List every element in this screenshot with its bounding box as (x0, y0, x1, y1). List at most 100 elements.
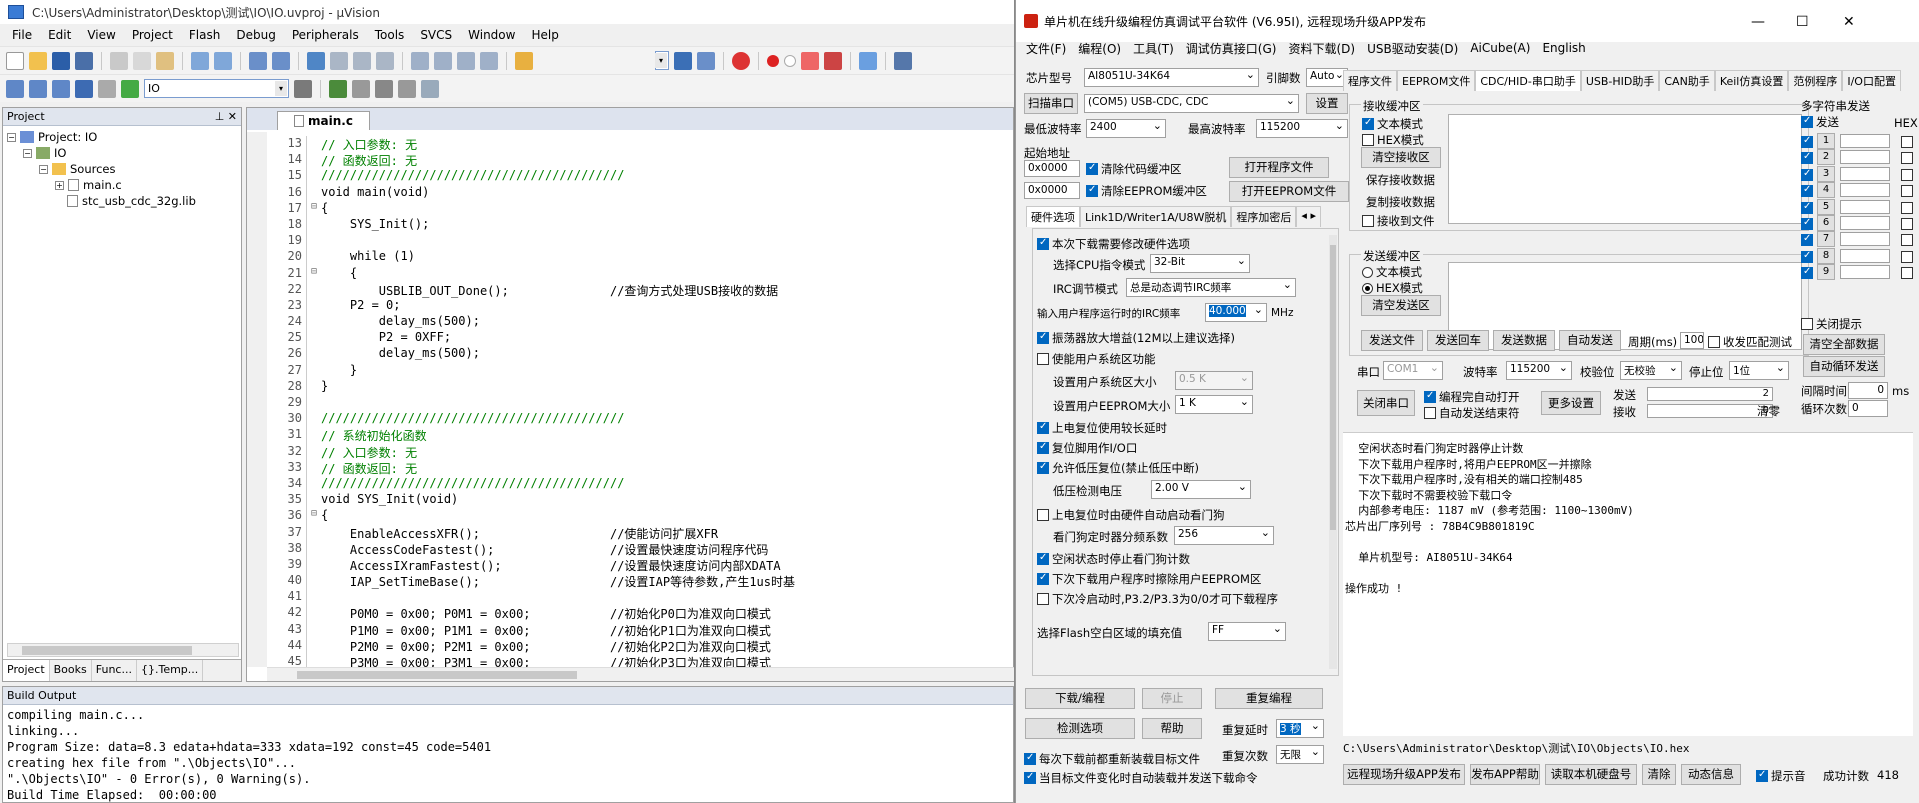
menu-svcs[interactable]: SVCS (412, 26, 460, 44)
code-line[interactable]: 25 P2 = 0XFF; (267, 330, 795, 347)
fold-marker[interactable] (311, 282, 321, 298)
multi-row-send-button[interactable]: 9 (1817, 264, 1835, 281)
tab-encrypt[interactable]: 程序加密后 (1231, 206, 1297, 227)
user-eeprom-select[interactable]: 1 K (1175, 395, 1253, 414)
cold-boot-checkbox[interactable]: 下次冷启动时,P3.2/P3.3为0/0才可下载程序 (1037, 591, 1278, 607)
multi-row-input[interactable] (1840, 216, 1890, 230)
stop-button[interactable]: 停止 (1142, 688, 1202, 709)
isp-menu-aicube[interactable]: AiCube(A) (1464, 41, 1536, 55)
hw-options-scrollbar[interactable] (1329, 235, 1337, 669)
cpu-mode-select[interactable]: 32-Bit (1150, 254, 1250, 273)
editor-tab-main-c[interactable]: main.c (277, 111, 370, 130)
menu-view[interactable]: View (79, 26, 123, 44)
fold-marker[interactable] (311, 136, 321, 152)
menu-edit[interactable]: Edit (40, 26, 79, 44)
download-icon[interactable] (121, 79, 139, 98)
fold-marker[interactable] (311, 411, 321, 427)
code-line[interactable]: 40 IAP_SetTimeBase(); //设置IAP等待参数,产生1us时… (267, 573, 795, 590)
copy-rx-button[interactable]: 复制接收数据 (1366, 194, 1435, 210)
tree-item-target[interactable]: − IO (23, 146, 66, 160)
tree-item-lib[interactable]: stc_usb_cdc_32g.lib (67, 194, 196, 208)
irc-freq-select[interactable]: 40.000 (1205, 303, 1267, 322)
fold-marker[interactable] (311, 573, 321, 589)
multi-row-checkbox[interactable] (1801, 135, 1816, 149)
code-line[interactable]: 13 // 入口参数: 无 (267, 136, 795, 153)
tab-functions[interactable]: Func... (92, 660, 137, 681)
tx-hex-mode-radio[interactable]: HEX模式 (1362, 280, 1423, 296)
multi-row-input[interactable] (1840, 232, 1890, 247)
code-addr-input[interactable]: 0x0000 (1024, 160, 1080, 177)
eeprom-addr-input[interactable]: 0x0000 (1024, 182, 1080, 199)
clear-eeprom-checkbox[interactable]: 清除EEPROM缓冲区 (1086, 183, 1207, 199)
rebuild-icon[interactable] (52, 79, 70, 98)
auto-load-checkbox[interactable]: 当目标文件变化时自动装载并发送下载命令 (1024, 770, 1258, 786)
tab-program-file[interactable]: 程序文件 (1343, 70, 1397, 91)
copy-icon[interactable] (133, 51, 151, 70)
multi-row-hex-checkbox[interactable] (1901, 151, 1916, 165)
start-debug-icon[interactable] (732, 51, 750, 70)
tab-eeprom-file[interactable]: EEPROM文件 (1397, 70, 1476, 91)
multi-row-checkbox[interactable] (1801, 250, 1816, 264)
save-rx-button[interactable]: 保存接收数据 (1366, 172, 1435, 188)
code-line[interactable]: 26 delay_ms(500); (267, 346, 795, 363)
repeat-count-select[interactable]: 无限 (1276, 745, 1324, 764)
clear-log-button[interactable]: 清除 (1642, 764, 1676, 785)
fold-marker[interactable] (311, 152, 321, 168)
code-line[interactable]: 17 ⊟{ (267, 200, 795, 217)
bookmark-next-icon[interactable] (353, 51, 371, 70)
tab-io-config[interactable]: I/O口配置 (1842, 70, 1901, 91)
clear-code-checkbox[interactable]: 清除代码缓冲区 (1086, 161, 1182, 177)
menu-tools[interactable]: Tools (367, 26, 413, 44)
user-sys-checkbox[interactable]: 使能用户系统区功能 (1037, 351, 1156, 367)
minimize-icon[interactable]: — (1751, 14, 1765, 30)
code-line[interactable]: 21 ⊟ { (267, 265, 795, 282)
parity-select[interactable]: 无校验 (1620, 361, 1682, 380)
multi-row-hex-checkbox[interactable] (1901, 184, 1916, 198)
maximize-icon[interactable]: ☐ (1796, 14, 1809, 30)
multi-row-hex-checkbox[interactable] (1901, 217, 1916, 231)
close-port-button[interactable]: 关闭串口 (1357, 390, 1415, 416)
lv-select[interactable]: 2.00 V (1151, 480, 1251, 499)
code-line[interactable]: 32 // 入口参数: 无 (267, 443, 795, 460)
min-baud-select[interactable]: 2400 (1086, 119, 1166, 138)
user-sys-size-select[interactable]: 0.5 K (1175, 371, 1253, 390)
fold-marker[interactable] (311, 589, 321, 605)
multi-row-input[interactable] (1840, 134, 1890, 148)
open-program-button[interactable]: 打开程序文件 (1229, 157, 1329, 178)
menu-peripherals[interactable]: Peripherals (284, 26, 367, 44)
beep-checkbox[interactable]: 提示音 (1756, 768, 1806, 784)
unindent-icon[interactable] (434, 51, 452, 70)
fold-marker[interactable] (311, 444, 321, 460)
code-line[interactable]: 37 EnableAccessXFR(); //使能访问扩展XFR (267, 524, 795, 541)
editor-hscrollbar[interactable] (267, 667, 1014, 681)
code-line[interactable]: 16 void main(void) (267, 184, 795, 201)
manage-rte-icon[interactable] (375, 79, 393, 98)
multi-row-send-button[interactable]: 1 (1817, 133, 1835, 149)
isp-menu-usb-driver[interactable]: USB驱动安装(D) (1361, 40, 1464, 57)
send-data-button[interactable]: 发送数据 (1493, 330, 1555, 351)
fold-marker[interactable] (311, 622, 321, 638)
rx-text-mode-checkbox[interactable]: 文本模式 (1362, 116, 1423, 132)
isp-menu-tools[interactable]: 工具(T) (1127, 40, 1180, 57)
irc-mode-select[interactable]: 总是动态调节IRC频率 (1126, 278, 1296, 297)
paste-icon[interactable] (156, 51, 174, 70)
code-line[interactable]: 44 P2M0 = 0x00; P2M1 = 0x00; //初始化P2口为准双… (267, 637, 795, 654)
breakpoint-icon[interactable] (767, 54, 779, 67)
code-line[interactable]: 36 ⊟{ (267, 508, 795, 525)
fold-marker[interactable] (311, 233, 321, 249)
multi-row-input[interactable] (1840, 199, 1890, 214)
code-line[interactable]: 38 AccessCodeFastest(); //设置最快速度访问程序代码 (267, 540, 795, 557)
rx-hex-mode-checkbox[interactable]: HEX模式 (1362, 132, 1424, 148)
new-file-icon[interactable] (6, 51, 24, 70)
period-input[interactable]: 100 (1680, 332, 1704, 349)
code-line[interactable]: 15 //////////////////////////////////////… (267, 168, 795, 185)
code-line[interactable]: 43 P1M0 = 0x00; P1M1 = 0x00; //初始化P1口为准双… (267, 621, 795, 638)
multi-row-hex-checkbox[interactable] (1901, 266, 1916, 280)
code-line[interactable]: 28} (267, 378, 795, 395)
multi-row-checkbox[interactable] (1801, 201, 1816, 215)
breakpoint-disable-icon[interactable] (784, 54, 796, 67)
code-line[interactable]: 19 (267, 233, 795, 250)
tab-books[interactable]: Books (50, 660, 92, 681)
clear-rx-button[interactable]: 清空接收区 (1361, 147, 1441, 168)
download-program-button[interactable]: 下载/编程 (1025, 688, 1135, 709)
